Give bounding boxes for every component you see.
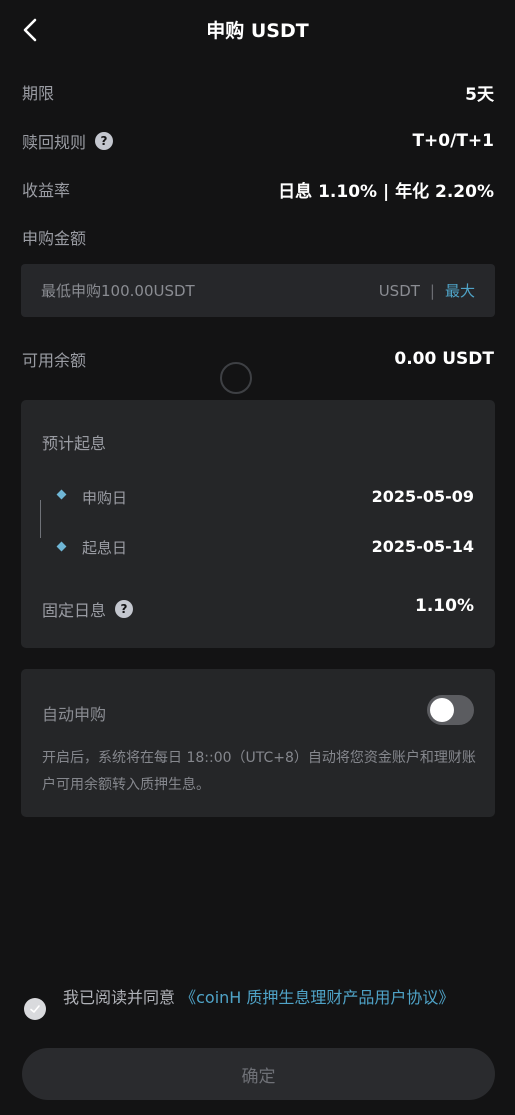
auto-card: 自动申购 开启后，系统将在每日 18::00（UTC+8）自动将您资金账户和理财…: [21, 669, 495, 817]
amount-field: USDT | 最大: [21, 264, 495, 317]
redeem-value: T+0/T+1: [412, 131, 494, 151]
timeline-dot-icon: [56, 489, 67, 500]
balance-value: 0.00 USDT: [394, 349, 494, 369]
term-value: 5天: [465, 84, 494, 105]
confirm-button[interactable]: 确定: [22, 1048, 495, 1100]
start-date: 2025-05-14: [371, 537, 474, 556]
redeem-label-group: 赎回规则 ?: [22, 129, 114, 153]
amount-label: 申购金额: [22, 229, 87, 248]
agreement-prefix: 我已阅读并同意: [63, 988, 176, 1007]
amount-suffix: USDT | 最大: [379, 264, 475, 317]
balance-label: 可用余额: [22, 351, 87, 370]
question-circle-icon[interactable]: ?: [95, 132, 114, 150]
fixed-label: 固定日息: [42, 601, 107, 620]
term-row: 期限 5天: [22, 78, 494, 106]
agree-checkbox[interactable]: [24, 998, 46, 1020]
auto-toggle[interactable]: [427, 695, 474, 725]
balance-row: 可用余额 0.00 USDT: [22, 345, 494, 373]
amount-input[interactable]: [41, 264, 361, 317]
redeem-row: 赎回规则 ? T+0/T+1: [22, 127, 494, 155]
header: 申购 USDT: [0, 0, 515, 60]
toggle-knob: [430, 698, 454, 722]
yield-value: 日息 1.10% | 年化 2.20%: [278, 181, 494, 202]
loading-spinner: [220, 362, 252, 394]
timeline-dot-icon: [56, 541, 67, 552]
yield-row: 收益率 日息 1.10% | 年化 2.20%: [22, 175, 494, 203]
question-circle-icon[interactable]: ?: [115, 600, 134, 618]
auto-label: 自动申购: [42, 705, 107, 724]
amount-label-row: 申购金额: [22, 223, 494, 251]
page-title: 申购 USDT: [206, 20, 309, 42]
amount-unit: USDT: [378, 281, 420, 300]
estimate-title: 预计起息: [42, 434, 107, 453]
agreement-text: 我已阅读并同意 《coinH 质押生息理财产品用户协议》: [63, 986, 493, 1010]
timeline-line: [40, 500, 41, 538]
term-label: 期限: [22, 84, 55, 103]
start-label: 起息日: [82, 539, 128, 557]
max-button[interactable]: 最大: [445, 280, 475, 301]
subscribe-label: 申购日: [82, 489, 128, 507]
agreement: 我已阅读并同意 《coinH 质押生息理财产品用户协议》: [24, 986, 494, 1036]
auto-description: 开启后，系统将在每日 18::00（UTC+8）自动将您资金账户和理财账户可用余…: [42, 750, 476, 793]
fixed-label-group: 固定日息 ?: [42, 597, 134, 621]
redeem-label: 赎回规则: [22, 133, 87, 152]
subscribe-date: 2025-05-09: [371, 487, 474, 506]
amount-separator: |: [429, 281, 435, 300]
estimate-card: 预计起息 申购日 2025-05-09 起息日 2025-05-14 固定日息 …: [21, 400, 495, 648]
fixed-value: 1.10%: [415, 596, 474, 616]
agreement-link[interactable]: 《coinH 质押生息理财产品用户协议》: [180, 988, 454, 1007]
yield-label: 收益率: [22, 181, 71, 200]
check-icon: [30, 1005, 40, 1013]
